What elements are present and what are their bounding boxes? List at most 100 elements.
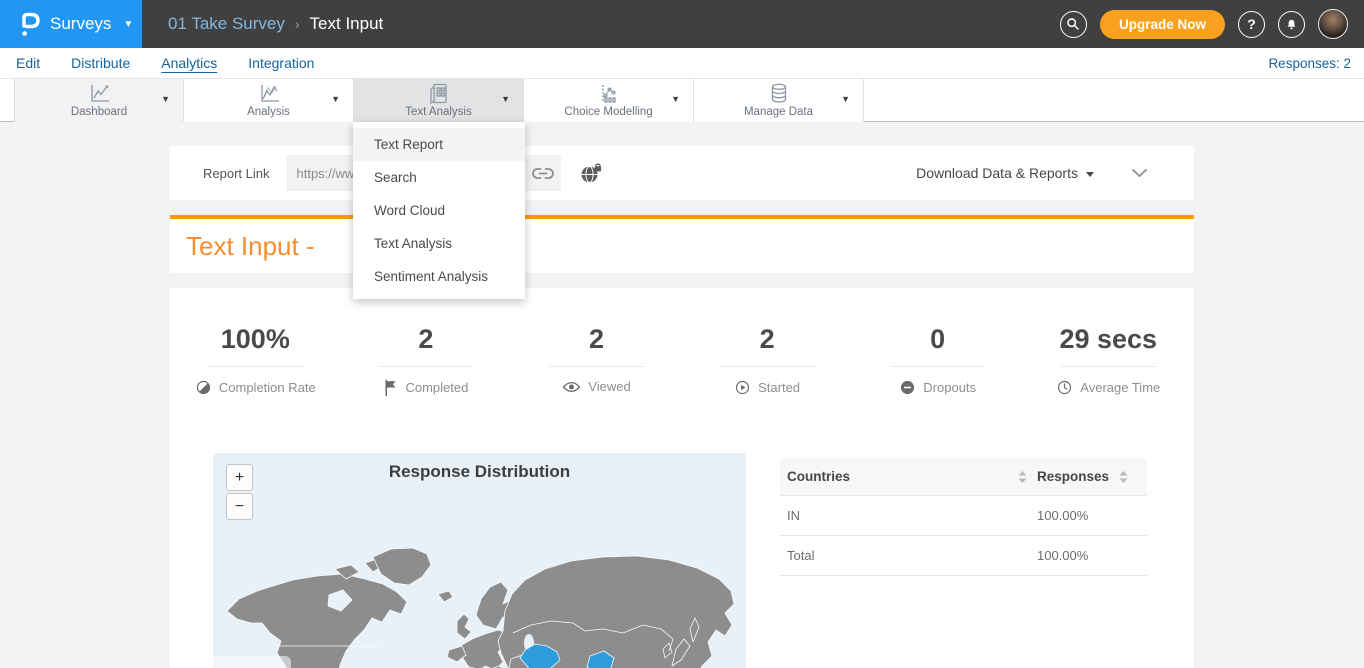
- nav-item-integration[interactable]: Integration: [248, 55, 314, 72]
- menu-item-text-report[interactable]: Text Report: [353, 128, 525, 161]
- dashboard-chart-icon: [86, 82, 112, 105]
- flag-icon: [383, 379, 398, 396]
- text-report-icon: [426, 82, 452, 105]
- tab-label: Choice Modelling: [564, 106, 652, 118]
- stat-value: 0: [852, 324, 1023, 355]
- link-privacy-button[interactable]: [579, 162, 603, 185]
- survey-nav: Edit Distribute Analytics Integration Re…: [0, 48, 1364, 78]
- report-link-label: Report Link: [203, 166, 269, 181]
- stat-value: 2: [682, 324, 853, 355]
- analytics-summary-card: 100% Completion Rate 2 Completed: [170, 288, 1194, 668]
- map-greenland: [373, 548, 431, 585]
- tab-label: Analysis: [247, 106, 290, 118]
- stat-value: 29 secs: [1023, 324, 1194, 355]
- sort-icon[interactable]: [1018, 471, 1027, 483]
- response-distribution-map[interactable]: Response Distribution + −: [213, 453, 746, 668]
- tab-choice-modelling[interactable]: Choice Modelling ▼: [524, 79, 694, 122]
- stat-label: Average Time: [1080, 380, 1160, 395]
- question-title-card: Text Input -: [170, 215, 1194, 273]
- chevron-down-icon[interactable]: ▼: [161, 94, 170, 104]
- notifications-button[interactable]: [1278, 11, 1305, 38]
- divider: [208, 366, 303, 367]
- stat-label: Started: [758, 380, 800, 395]
- breadcrumb-survey-link[interactable]: 01 Take Survey: [168, 14, 285, 34]
- map-uk: [457, 614, 471, 639]
- stat-value: 2: [511, 324, 682, 355]
- sort-icon[interactable]: [1119, 471, 1128, 483]
- tab-text-analysis[interactable]: Text Analysis ▼: [354, 79, 524, 122]
- nav-item-distribute[interactable]: Distribute: [71, 55, 130, 72]
- search-button[interactable]: [1060, 11, 1087, 38]
- menu-item-word-cloud[interactable]: Word Cloud: [353, 194, 525, 227]
- map-iceland: [438, 591, 453, 602]
- tab-label: Manage Data: [744, 106, 813, 118]
- nav-item-analytics[interactable]: Analytics: [161, 55, 217, 72]
- stat-label: Viewed: [588, 379, 630, 394]
- map-zoom-out-button[interactable]: −: [226, 493, 253, 520]
- download-data-reports-label: Download Data & Reports: [916, 165, 1078, 181]
- menu-item-sentiment-analysis[interactable]: Sentiment Analysis: [353, 260, 525, 293]
- map-watermark: [213, 656, 291, 668]
- country-cell: IN: [780, 508, 1037, 523]
- page-title: Text Input -: [186, 231, 315, 262]
- column-header-countries[interactable]: Countries: [787, 469, 850, 484]
- clock-icon: [1056, 379, 1073, 396]
- country-cell: Total: [780, 548, 1037, 563]
- stat-average-time: 29 secs Average Time: [1023, 324, 1194, 396]
- tab-dashboard[interactable]: Dashboard ▼: [14, 79, 184, 122]
- chevron-down-icon[interactable]: ▼: [501, 94, 510, 104]
- brand-menu[interactable]: Surveys ▼: [0, 0, 142, 48]
- user-avatar[interactable]: [1318, 9, 1348, 39]
- download-data-reports-dropdown[interactable]: Download Data & Reports: [916, 165, 1094, 181]
- tab-analysis[interactable]: Analysis ▼: [184, 79, 354, 122]
- copy-link-button[interactable]: [525, 155, 561, 191]
- minus-circle-icon: [899, 379, 916, 396]
- analysis-chart-icon: [256, 82, 282, 105]
- divider: [378, 366, 473, 367]
- tab-label: Text Analysis: [405, 106, 471, 118]
- link-icon: [531, 165, 555, 182]
- responses-cell: 100.00%: [1037, 548, 1147, 563]
- tab-manage-data[interactable]: Manage Data ▼: [694, 79, 864, 122]
- column-header-responses[interactable]: Responses: [1037, 469, 1109, 484]
- globe-lock-icon: [579, 162, 603, 185]
- caret-down-icon: [1086, 172, 1094, 177]
- page-body: Report Link Download Data & Report: [0, 122, 1364, 668]
- map-north-america: [227, 574, 407, 668]
- eye-icon: [562, 380, 581, 394]
- map-iberia: [447, 646, 466, 662]
- collapse-section-button[interactable]: [1131, 168, 1148, 178]
- chevron-down-icon[interactable]: ▼: [841, 94, 850, 104]
- stat-label: Completed: [405, 380, 468, 395]
- menu-item-search[interactable]: Search: [353, 161, 525, 194]
- stat-completion-rate: 100% Completion Rate: [170, 324, 341, 396]
- responses-count: Responses: 2: [1268, 56, 1351, 71]
- help-button[interactable]: ?: [1238, 11, 1265, 38]
- nav-item-edit[interactable]: Edit: [16, 55, 40, 72]
- world-map: [213, 453, 746, 668]
- brand-label: Surveys: [50, 14, 111, 34]
- stat-dropouts: 0 Dropouts: [852, 324, 1023, 396]
- database-icon: [766, 82, 792, 105]
- breadcrumb: 01 Take Survey › Text Input: [168, 14, 383, 34]
- map-zoom-in-button[interactable]: +: [226, 464, 253, 491]
- completion-rate-icon: [195, 379, 212, 396]
- search-icon: [1065, 16, 1081, 32]
- menu-item-text-analysis[interactable]: Text Analysis: [353, 227, 525, 260]
- header-actions: Upgrade Now ?: [1060, 0, 1348, 48]
- chevron-down-icon[interactable]: ▼: [331, 94, 340, 104]
- upgrade-now-button[interactable]: Upgrade Now: [1100, 10, 1225, 39]
- map-title: Response Distribution: [213, 462, 746, 482]
- choice-modelling-icon: [596, 82, 622, 105]
- countries-table: Countries Responses IN 100.00% Total: [780, 458, 1147, 576]
- chevron-down-icon[interactable]: ▼: [671, 94, 680, 104]
- analytics-toolbar: Dashboard ▼ Analysis ▼ Text Analysis ▼: [0, 78, 1364, 122]
- stat-completed: 2 Completed: [341, 324, 512, 396]
- stat-value: 2: [341, 324, 512, 355]
- text-analysis-menu: Text Report Search Word Cloud Text Analy…: [353, 122, 525, 299]
- table-row: IN 100.00%: [780, 496, 1147, 536]
- breadcrumb-current-page: Text Input: [310, 14, 384, 34]
- tab-label: Dashboard: [71, 106, 127, 118]
- bell-icon: [1284, 17, 1299, 32]
- breadcrumb-separator-icon: ›: [295, 16, 300, 32]
